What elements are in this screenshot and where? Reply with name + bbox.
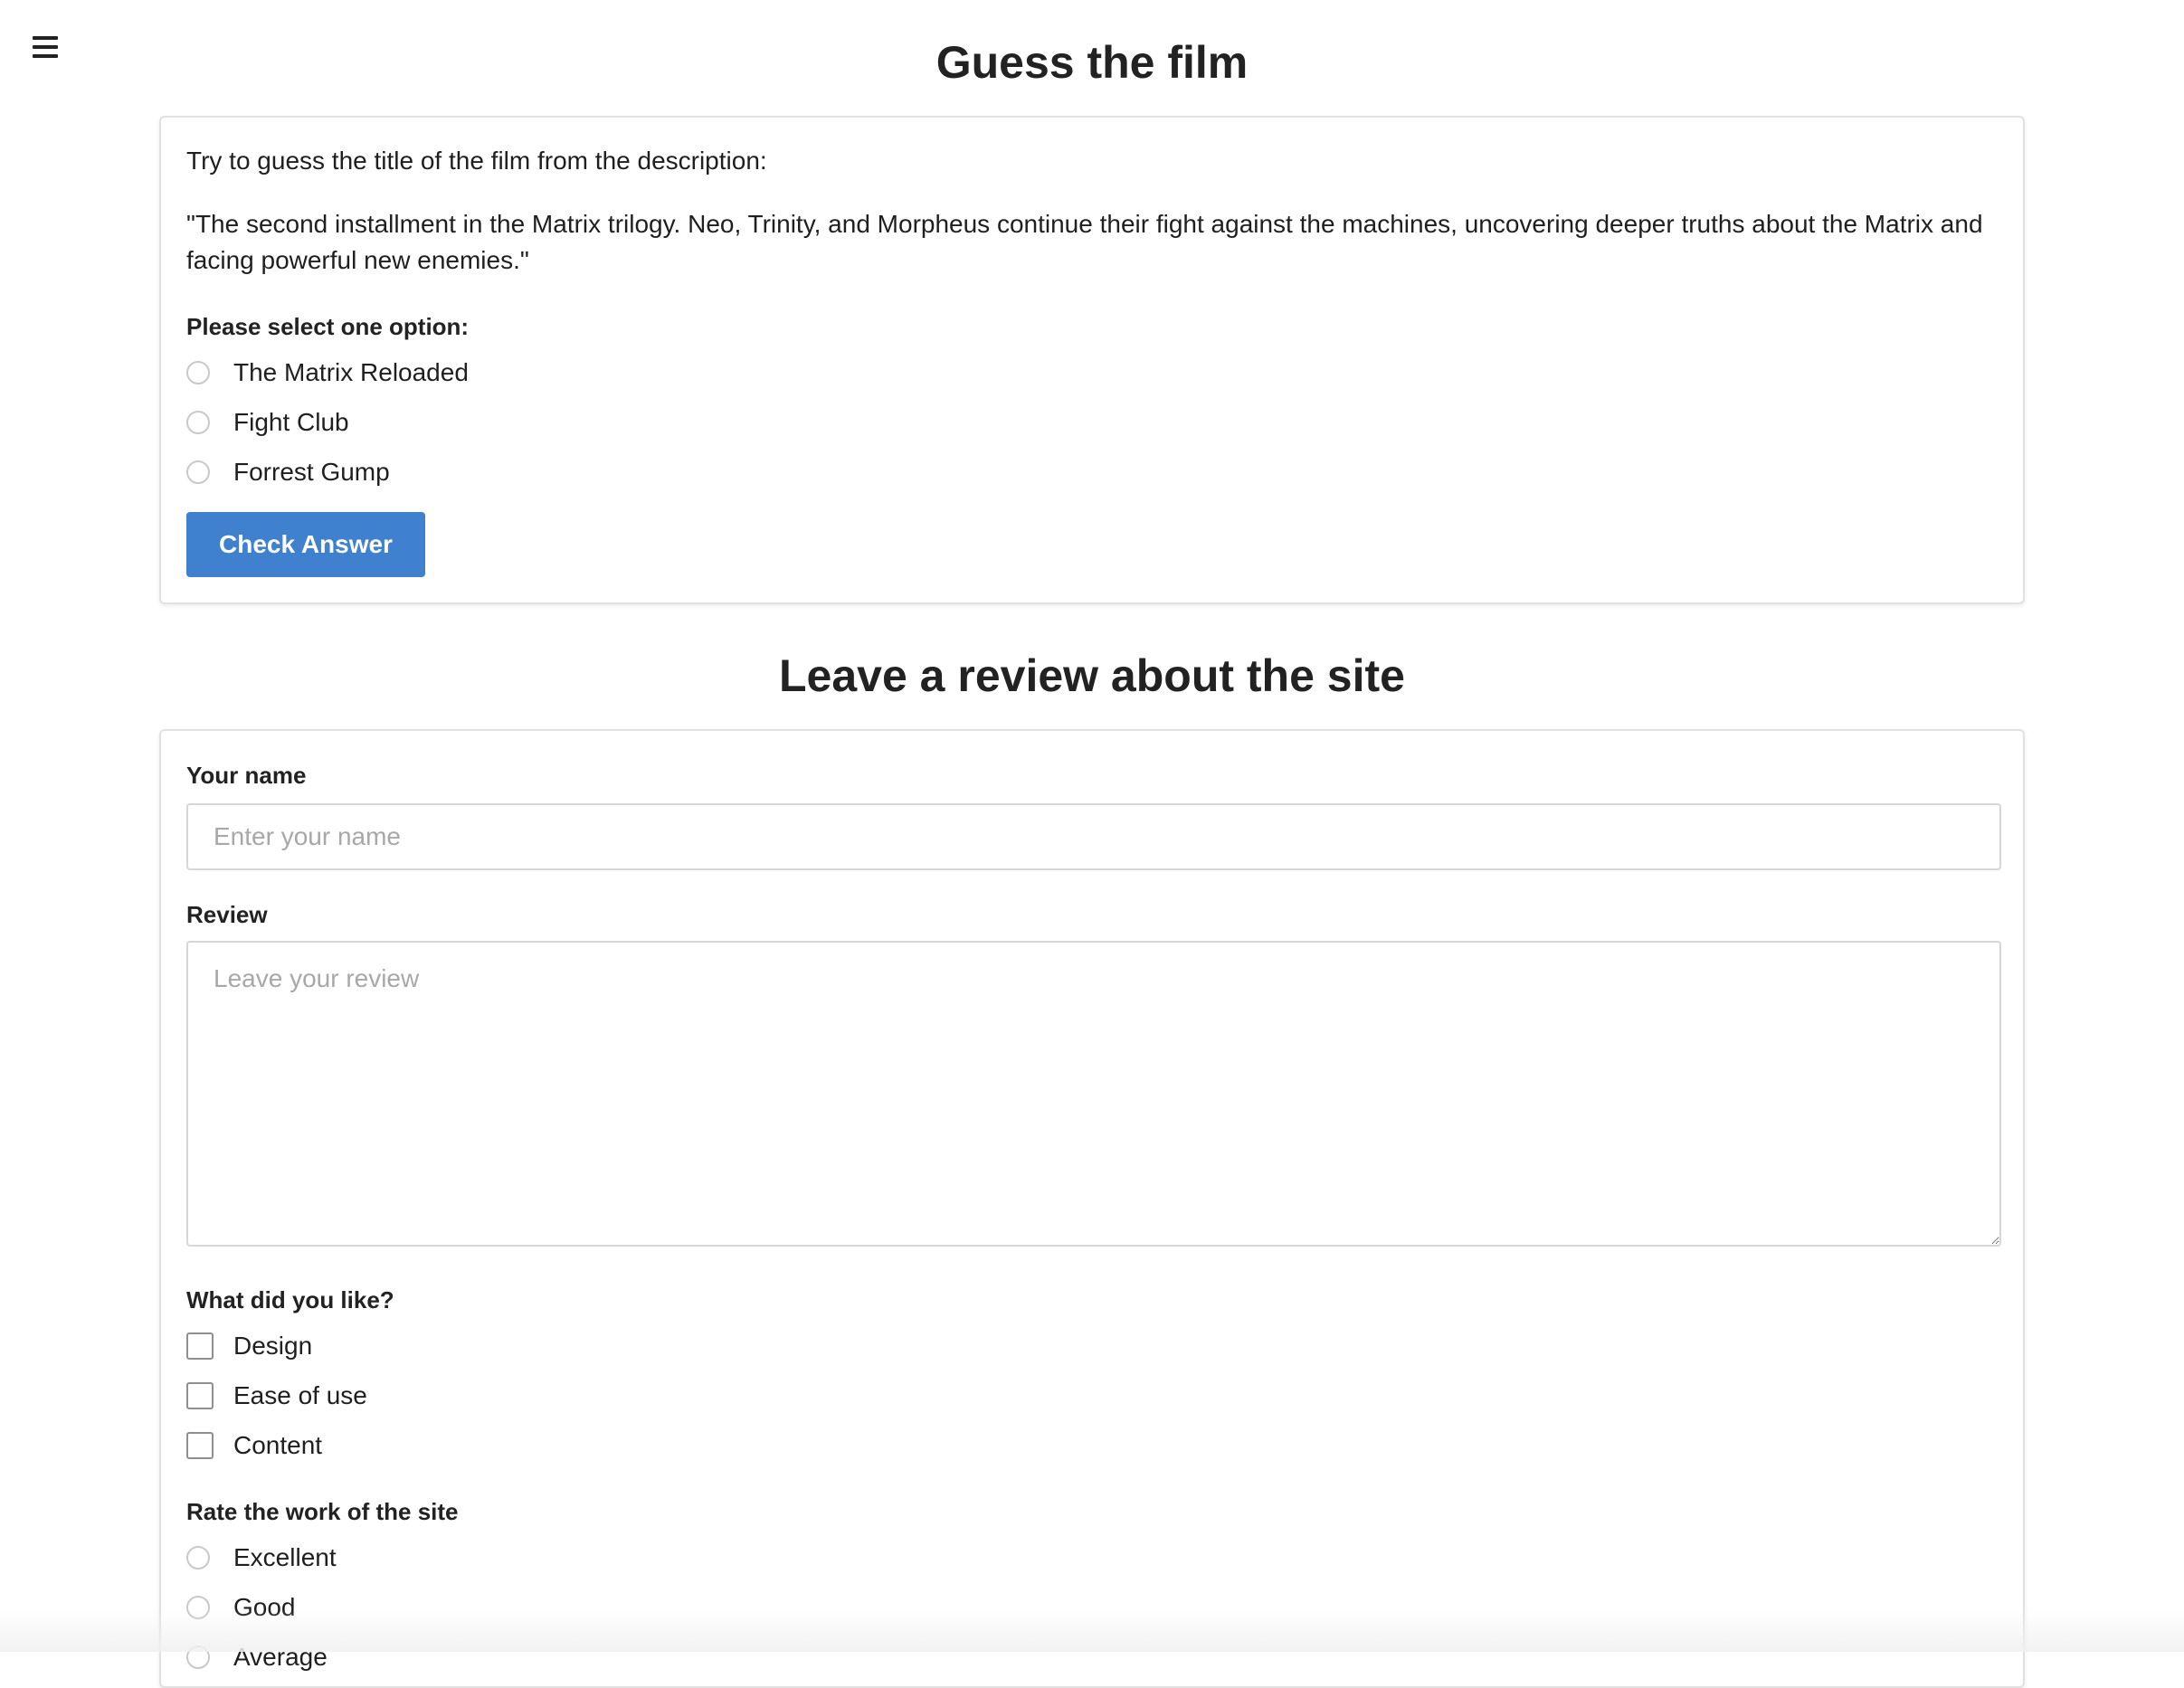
review-label: Review <box>186 901 268 928</box>
review-textarea[interactable] <box>186 941 2001 1247</box>
checkbox[interactable] <box>186 1432 214 1459</box>
rate-option-good[interactable]: Good <box>186 1593 296 1622</box>
quiz-card: Try to guess the title of the film from … <box>159 116 2025 604</box>
rate-option-average[interactable]: Average <box>186 1643 328 1672</box>
radio-button[interactable] <box>186 1645 210 1669</box>
radio-button[interactable] <box>186 361 210 384</box>
checkbox[interactable] <box>186 1382 214 1409</box>
option-label: Design <box>233 1332 313 1360</box>
option-label: Ease of use <box>233 1381 367 1409</box>
checkbox[interactable] <box>186 1332 214 1360</box>
option-label: Average <box>233 1643 328 1671</box>
quiz-option-matrix-reloaded[interactable]: The Matrix Reloaded <box>186 358 469 387</box>
check-answer-button[interactable]: Check Answer <box>186 512 425 577</box>
film-description: "The second installment in the Matrix tr… <box>186 210 1983 274</box>
radio-button[interactable] <box>186 1596 210 1619</box>
quiz-option-forrest-gump[interactable]: Forrest Gump <box>186 458 390 487</box>
name-input[interactable] <box>186 803 2001 870</box>
liked-option-content[interactable]: Content <box>186 1431 322 1460</box>
option-label: Forrest Gump <box>233 458 390 486</box>
rate-label: Rate the work of the site <box>186 1498 459 1525</box>
radio-button[interactable] <box>186 411 210 434</box>
option-label: Excellent <box>233 1543 337 1571</box>
radio-button[interactable] <box>186 1546 210 1569</box>
name-label: Your name <box>186 762 307 789</box>
liked-option-ease-of-use[interactable]: Ease of use <box>186 1381 367 1410</box>
option-label: Content <box>233 1431 323 1459</box>
liked-option-design[interactable]: Design <box>186 1332 312 1361</box>
quiz-option-fight-club[interactable]: Fight Club <box>186 408 349 437</box>
rate-option-excellent[interactable]: Excellent <box>186 1543 337 1572</box>
select-option-label: Please select one option: <box>186 313 470 340</box>
page-title-guess-film: Guess the film <box>935 37 1249 88</box>
radio-button[interactable] <box>186 460 210 484</box>
option-label: Good <box>233 1593 296 1621</box>
quiz-intro: Try to guess the title of the film from … <box>186 147 767 175</box>
review-card: Your name Review What did you like? Desi… <box>159 729 2025 1688</box>
page-title-review: Leave a review about the site <box>779 650 1405 701</box>
option-label: The Matrix Reloaded <box>233 358 469 386</box>
option-label: Fight Club <box>233 408 349 436</box>
liked-label: What did you like? <box>186 1286 394 1313</box>
